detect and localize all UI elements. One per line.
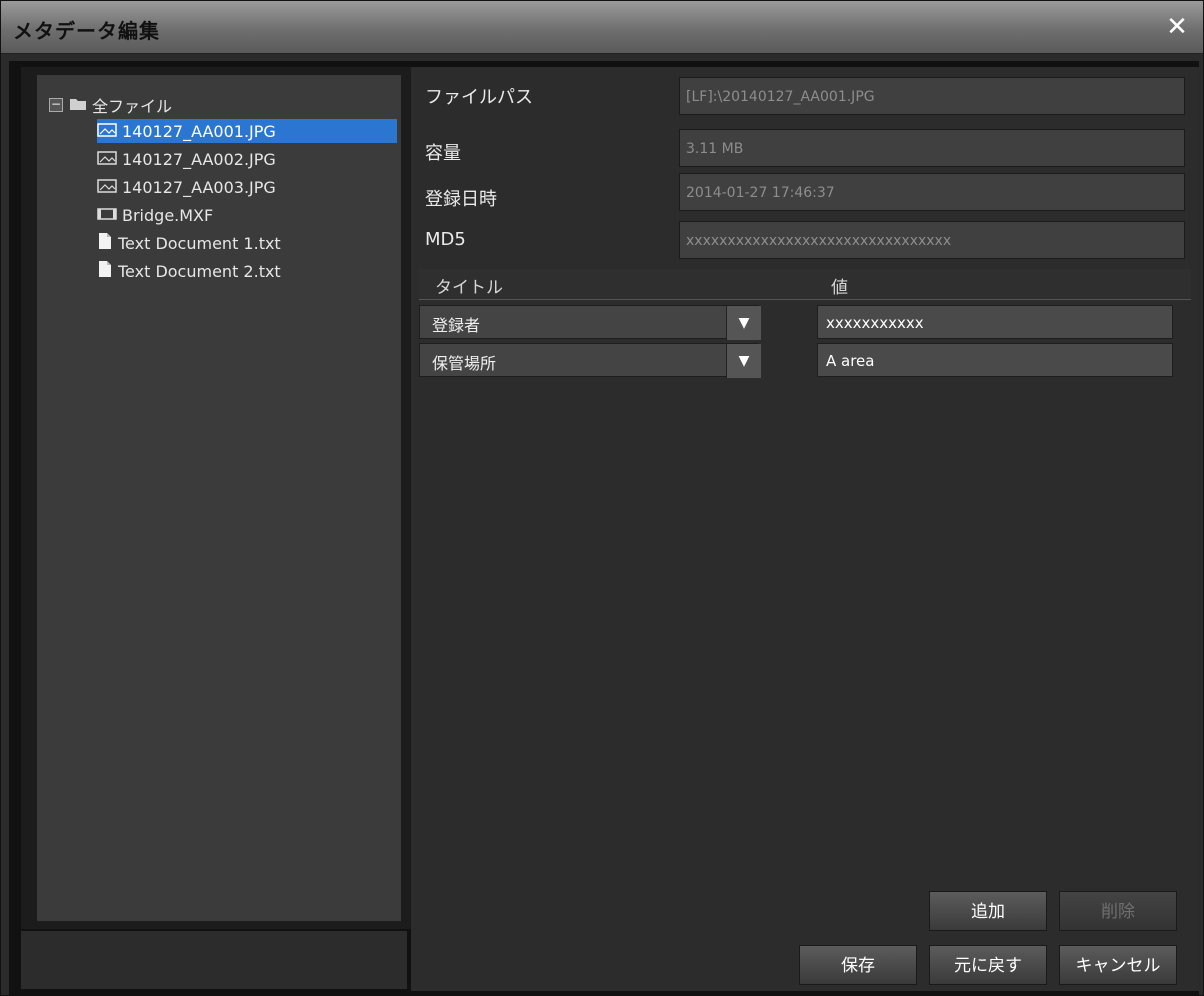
dialog-title: メタデータ編集 [13,19,160,43]
dropdown-arrow-icon[interactable]: ▼ [726,344,761,378]
title-select[interactable]: 登録者 ▼ [419,305,761,340]
tree-item-text-document-1[interactable]: Text Document 1.txt [97,231,281,255]
document-file-icon [97,232,113,254]
tree-item-label: Text Document 2.txt [118,261,281,281]
md5-field: xxxxxxxxxxxxxxxxxxxxxxxxxxxxxxxx [679,221,1185,259]
video-file-icon [97,206,117,225]
document-file-icon [97,260,113,282]
md5-label: MD5 [425,229,466,250]
title-bar: メタデータ編集 ✕ [1,1,1203,54]
value-input[interactable]: xxxxxxxxxxx [817,305,1173,339]
metadata-edit-dialog: メタデータ編集 ✕ − 全ファイル 140127_AA001.JPG 14012… [0,0,1204,996]
table-row: 保管場所 ▼ A area [419,343,1191,379]
tree-item-label: 140127_AA003.JPG [122,177,276,197]
tree-item-label: 140127_AA002.JPG [122,149,276,169]
tree-item-label: 140127_AA001.JPG [122,121,276,141]
column-header-value: 値 [831,278,848,298]
tree-root-label: 全ファイル [92,97,173,116]
tree-item-label: Bridge.MXF [122,205,214,225]
size-field: 3.11 MB [679,129,1185,167]
column-header-title: タイトル [435,278,503,298]
revert-button[interactable]: 元に戻す [929,945,1047,985]
value-input[interactable]: A area [817,343,1173,377]
title-select-value: 保管場所 [432,354,497,373]
dropdown-arrow-icon[interactable]: ▼ [726,306,761,340]
tree-footer [21,931,407,989]
delete-button[interactable]: 削除 [1059,891,1177,931]
image-file-icon [97,178,117,197]
folder-icon [69,96,87,115]
image-file-icon [97,122,117,141]
tree-item-140127-aa003[interactable]: 140127_AA003.JPG [97,175,276,199]
image-file-icon [97,150,117,169]
add-button[interactable]: 追加 [929,891,1047,931]
metadata-grid-header: タイトル 値 [419,269,1191,300]
title-select[interactable]: 保管場所 ▼ [419,343,761,378]
registered-date-field: 2014-01-27 17:46:37 [679,173,1185,211]
size-label: 容量 [425,143,461,164]
properties-panel: ファイルパス [LF]:\20140127_AA001.JPG 容量 3.11 … [411,67,1199,991]
close-icon[interactable]: ✕ [1161,11,1193,43]
cancel-button[interactable]: キャンセル [1059,945,1177,985]
tree-item-bridge-mxf[interactable]: Bridge.MXF [97,203,213,227]
tree-item-text-document-2[interactable]: Text Document 2.txt [97,259,281,283]
file-path-field: [LF]:\20140127_AA001.JPG [679,77,1185,115]
save-button[interactable]: 保存 [799,945,917,985]
collapse-icon[interactable]: − [49,98,63,112]
table-row: 登録者 ▼ xxxxxxxxxxx [419,305,1191,341]
tree-item-140127-aa002[interactable]: 140127_AA002.JPG [97,147,276,171]
file-tree-panel: − 全ファイル 140127_AA001.JPG 140127_AA002.JP… [21,67,411,929]
tree-item-140127-aa001[interactable]: 140127_AA001.JPG [97,119,397,143]
file-path-label: ファイルパス [425,87,533,108]
title-select-value: 登録者 [432,316,481,335]
file-tree: − 全ファイル 140127_AA001.JPG 140127_AA002.JP… [37,75,401,921]
registered-date-label: 登録日時 [425,189,497,210]
tree-root[interactable]: − 全ファイル [49,93,172,117]
tree-item-label: Text Document 1.txt [118,233,281,253]
